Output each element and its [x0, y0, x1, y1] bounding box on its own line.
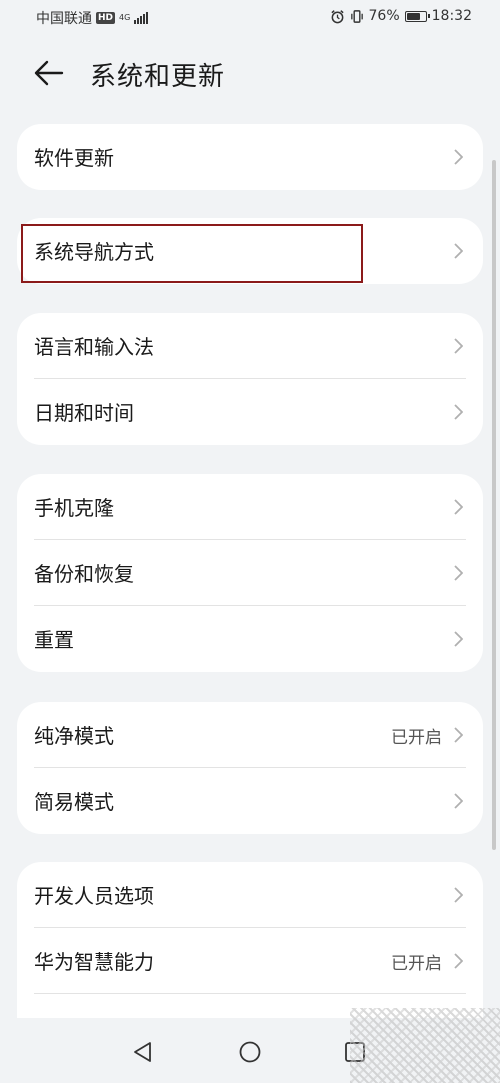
chevron-right-icon — [454, 887, 463, 903]
chevron-right-icon — [454, 499, 463, 515]
circle-home-icon[interactable] — [237, 1040, 263, 1064]
page-title: 系统和更新 — [90, 62, 226, 92]
highlight-annotation — [21, 224, 363, 283]
status-bar: 中国联通 HD 4G 76% 18:32 — [0, 0, 500, 34]
scrollbar[interactable] — [492, 160, 496, 850]
row-label: 日期和时间 — [34, 401, 134, 425]
row-value: 已开启 — [391, 728, 442, 748]
row-label: 重置 — [34, 628, 74, 652]
chevron-right-icon — [454, 404, 463, 420]
carrier-name: 中国联通 — [36, 11, 92, 27]
chevron-right-icon — [454, 243, 463, 259]
settings-row-huawei-intelligence[interactable]: 华为智慧能力 已开启 — [17, 928, 483, 994]
signal-icon — [134, 12, 149, 24]
network-type: 4G — [119, 13, 131, 22]
row-label: 手机克隆 — [34, 496, 114, 520]
alarm-icon — [330, 9, 344, 23]
row-label: 开发人员选项 — [34, 884, 154, 908]
battery-percent: 76% — [368, 8, 400, 24]
vibrate-icon — [350, 9, 363, 23]
chevron-right-icon — [454, 338, 463, 354]
status-left: 中国联通 HD 4G — [36, 8, 149, 28]
card-software-update: 软件更新 — [17, 124, 483, 190]
header: 系统和更新 — [0, 40, 500, 106]
chevron-right-icon — [454, 631, 463, 647]
row-value: 已开启 — [391, 954, 442, 974]
chevron-right-icon — [454, 149, 463, 165]
settings-row-simple-mode[interactable]: 简易模式 — [17, 768, 483, 834]
watermark-overlay — [350, 1008, 500, 1083]
row-label: 纯净模式 — [34, 724, 114, 748]
settings-row-pure-mode[interactable]: 纯净模式 已开启 — [17, 702, 483, 768]
hd-badge: HD — [96, 12, 116, 24]
chevron-right-icon — [454, 727, 463, 743]
chevron-right-icon — [454, 793, 463, 809]
chevron-right-icon — [454, 953, 463, 969]
row-label: 简易模式 — [34, 790, 114, 814]
card-language-time: 语言和输入法 日期和时间 — [17, 313, 483, 445]
triangle-back-icon[interactable] — [130, 1040, 156, 1064]
settings-row-phone-clone[interactable]: 手机克隆 — [17, 474, 483, 540]
clock: 18:32 — [431, 8, 472, 24]
row-label: 备份和恢复 — [34, 562, 134, 586]
settings-row-language-input[interactable]: 语言和输入法 — [17, 313, 483, 379]
battery-icon — [404, 10, 430, 22]
settings-row-date-time[interactable]: 日期和时间 — [17, 379, 483, 445]
row-label: 华为智慧能力 — [34, 950, 154, 974]
settings-row-reset[interactable]: 重置 — [17, 606, 483, 672]
row-label: 语言和输入法 — [34, 335, 154, 359]
settings-row-developer-options[interactable]: 开发人员选项 — [17, 862, 483, 928]
chevron-right-icon — [454, 565, 463, 581]
settings-row-software-update[interactable]: 软件更新 — [17, 124, 483, 190]
status-right: 76% 18:32 — [330, 8, 472, 24]
card-modes: 纯净模式 已开启 简易模式 — [17, 702, 483, 834]
row-label: 软件更新 — [34, 146, 114, 170]
arrow-left-icon[interactable] — [32, 58, 66, 88]
settings-row-backup-restore[interactable]: 备份和恢复 — [17, 540, 483, 606]
card-backup: 手机克隆 备份和恢复 重置 — [17, 474, 483, 672]
